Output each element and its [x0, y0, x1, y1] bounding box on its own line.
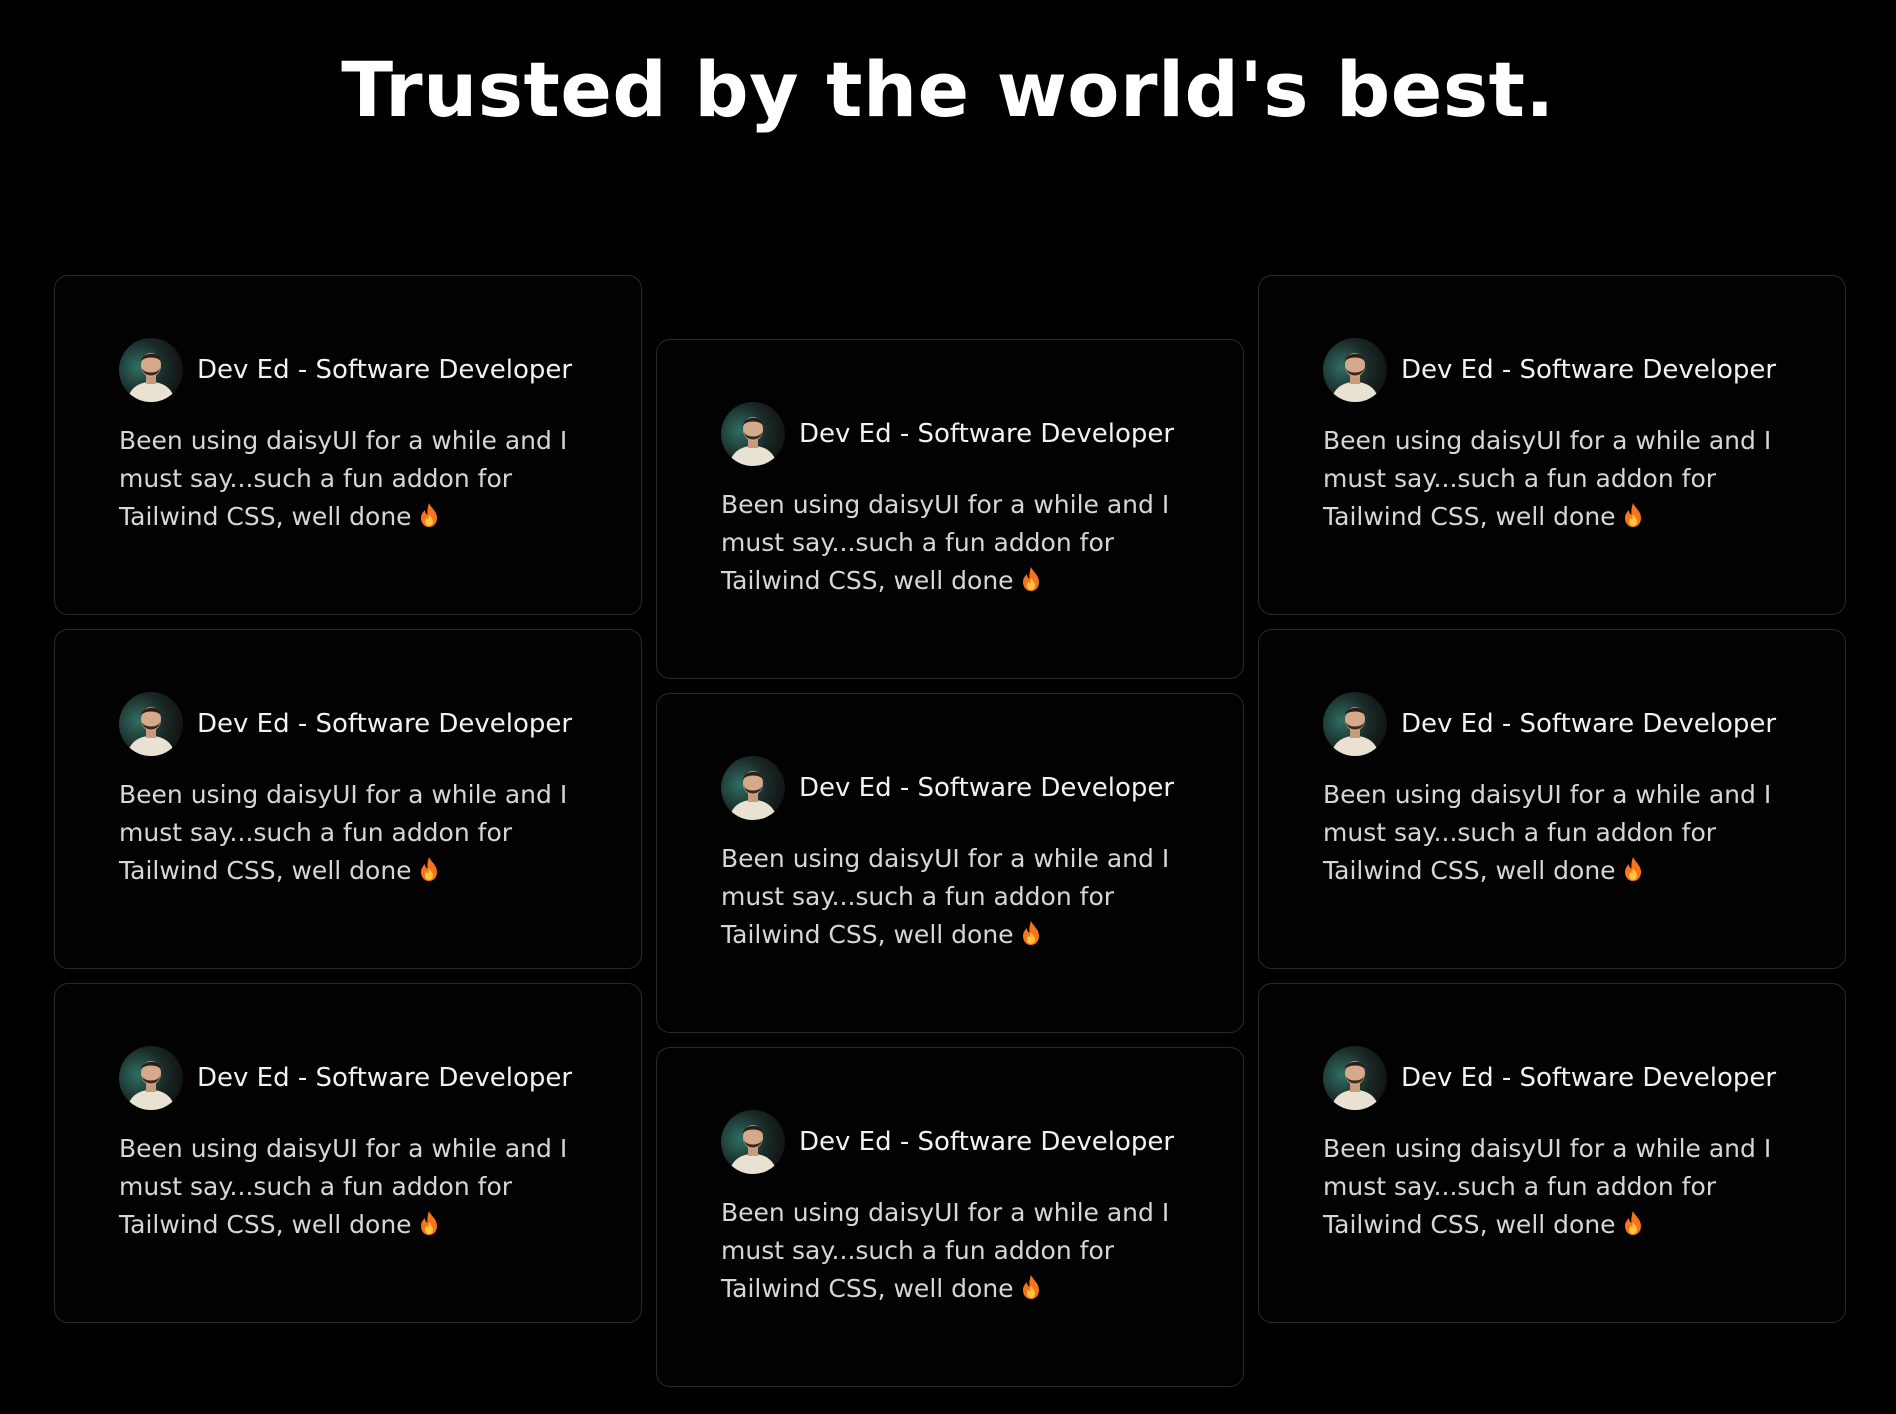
testimonial-column-1: Dev Ed - Software Developer Been using d… [54, 275, 642, 1387]
fire-icon [418, 501, 440, 527]
card-header: Dev Ed - Software Developer [1323, 338, 1781, 402]
testimonial-card: Dev Ed - Software Developer Been using d… [656, 693, 1244, 1033]
card-header: Dev Ed - Software Developer [119, 692, 577, 756]
testimonial-quote: Been using daisyUI for a while and I mus… [119, 776, 579, 890]
avatar [1323, 692, 1387, 756]
fire-icon [1622, 855, 1644, 881]
card-header: Dev Ed - Software Developer [119, 338, 577, 402]
author-name: Dev Ed - Software Developer [197, 355, 573, 385]
testimonial-card: Dev Ed - Software Developer Been using d… [54, 983, 642, 1323]
testimonial-quote: Been using daisyUI for a while and I mus… [1323, 1130, 1783, 1244]
fire-icon [1020, 919, 1042, 945]
testimonial-card: Dev Ed - Software Developer Been using d… [54, 275, 642, 615]
author-name: Dev Ed - Software Developer [1401, 709, 1777, 739]
quote-text: Been using daisyUI for a while and I mus… [1323, 426, 1772, 531]
author-name: Dev Ed - Software Developer [1401, 1063, 1777, 1093]
avatar [1323, 338, 1387, 402]
testimonial-card: Dev Ed - Software Developer Been using d… [54, 629, 642, 969]
quote-text: Been using daisyUI for a while and I mus… [721, 1198, 1170, 1303]
testimonial-quote: Been using daisyUI for a while and I mus… [119, 1130, 579, 1244]
fire-icon [1622, 501, 1644, 527]
author-name: Dev Ed - Software Developer [799, 773, 1175, 803]
testimonial-card: Dev Ed - Software Developer Been using d… [1258, 983, 1846, 1323]
card-header: Dev Ed - Software Developer [1323, 692, 1781, 756]
avatar [721, 402, 785, 466]
fire-icon [418, 1209, 440, 1235]
author-name: Dev Ed - Software Developer [197, 1063, 573, 1093]
quote-text: Been using daisyUI for a while and I mus… [1323, 1134, 1772, 1239]
avatar [721, 756, 785, 820]
testimonial-card: Dev Ed - Software Developer Been using d… [656, 1047, 1244, 1387]
quote-text: Been using daisyUI for a while and I mus… [721, 490, 1170, 595]
author-name: Dev Ed - Software Developer [799, 1127, 1175, 1157]
card-header: Dev Ed - Software Developer [721, 402, 1179, 466]
testimonial-card: Dev Ed - Software Developer Been using d… [1258, 629, 1846, 969]
avatar [119, 338, 183, 402]
testimonial-column-2: Dev Ed - Software Developer Been using d… [656, 339, 1244, 1387]
quote-text: Been using daisyUI for a while and I mus… [119, 426, 568, 531]
fire-icon [1020, 565, 1042, 591]
testimonial-quote: Been using daisyUI for a while and I mus… [119, 422, 579, 536]
testimonial-card: Dev Ed - Software Developer Been using d… [1258, 275, 1846, 615]
author-name: Dev Ed - Software Developer [197, 709, 573, 739]
fire-icon [418, 855, 440, 881]
testimonial-quote: Been using daisyUI for a while and I mus… [721, 1194, 1181, 1308]
testimonials-grid: Dev Ed - Software Developer Been using d… [54, 275, 1846, 1387]
avatar [119, 692, 183, 756]
card-header: Dev Ed - Software Developer [119, 1046, 577, 1110]
avatar [1323, 1046, 1387, 1110]
quote-text: Been using daisyUI for a while and I mus… [721, 844, 1170, 949]
card-header: Dev Ed - Software Developer [721, 756, 1179, 820]
card-header: Dev Ed - Software Developer [721, 1110, 1179, 1174]
avatar [119, 1046, 183, 1110]
testimonial-card: Dev Ed - Software Developer Been using d… [656, 339, 1244, 679]
testimonial-column-3: Dev Ed - Software Developer Been using d… [1258, 275, 1846, 1387]
testimonial-quote: Been using daisyUI for a while and I mus… [1323, 776, 1783, 890]
card-header: Dev Ed - Software Developer [1323, 1046, 1781, 1110]
avatar [721, 1110, 785, 1174]
testimonial-quote: Been using daisyUI for a while and I mus… [721, 486, 1181, 600]
quote-text: Been using daisyUI for a while and I mus… [119, 780, 568, 885]
quote-text: Been using daisyUI for a while and I mus… [119, 1134, 568, 1239]
page-title: Trusted by the world's best. [341, 45, 1555, 134]
fire-icon [1622, 1209, 1644, 1235]
author-name: Dev Ed - Software Developer [1401, 355, 1777, 385]
quote-text: Been using daisyUI for a while and I mus… [1323, 780, 1772, 885]
testimonial-quote: Been using daisyUI for a while and I mus… [721, 840, 1181, 954]
testimonial-quote: Been using daisyUI for a while and I mus… [1323, 422, 1783, 536]
fire-icon [1020, 1273, 1042, 1299]
author-name: Dev Ed - Software Developer [799, 419, 1175, 449]
